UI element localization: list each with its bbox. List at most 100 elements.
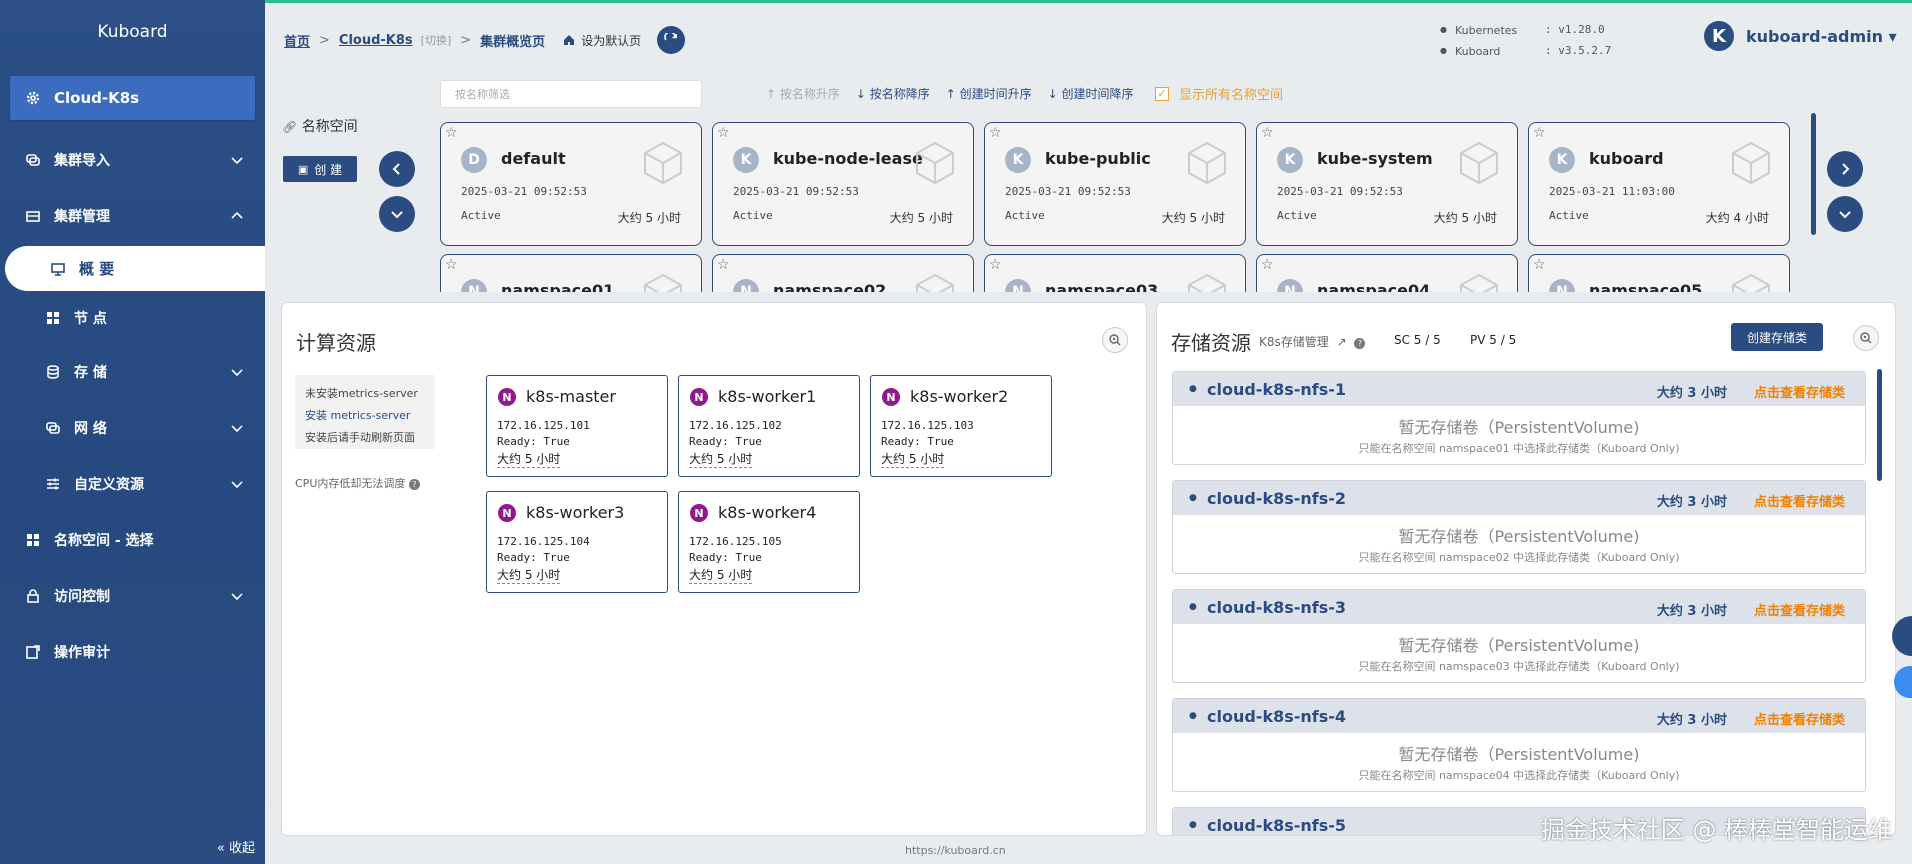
sort-time-asc[interactable]: ↑ 创建时间升序: [946, 85, 1032, 102]
node-card[interactable]: N k8s-master 172.16.125.101 Ready: True …: [486, 375, 668, 477]
namespace-card[interactable]: ☆ N namspace01: [440, 254, 702, 292]
node-ready: Ready: True: [497, 551, 570, 564]
user-name: kuboard-admin ▾: [1746, 26, 1897, 46]
star-icon[interactable]: ☆: [717, 257, 730, 273]
node-age: 大约 5 小时: [689, 452, 753, 468]
namespace-card[interactable]: ☆ N namspace05: [1528, 254, 1790, 292]
sidebar-item-label: 集群导入: [54, 153, 110, 169]
star-icon[interactable]: ☆: [989, 125, 1002, 141]
star-icon[interactable]: ☆: [989, 257, 1002, 273]
namespace-card[interactable]: ☆ D default 2025-03-21 09:52:53 Active 大…: [440, 122, 702, 246]
star-icon[interactable]: ☆: [445, 125, 458, 141]
create-storage-class-button[interactable]: 创建存储类: [1731, 323, 1823, 351]
chevron-down-icon: [231, 593, 243, 601]
sidebar-item-overview[interactable]: 概 要: [5, 246, 265, 291]
star-icon[interactable]: ☆: [1261, 125, 1274, 141]
help-icon[interactable]: ?: [1354, 338, 1366, 349]
node-ip: 172.16.125.104: [497, 535, 590, 548]
node-card[interactable]: N k8s-worker2 172.16.125.103 Ready: True…: [870, 375, 1052, 477]
namespace-expand-button-right[interactable]: [1827, 196, 1863, 232]
namespace-expand-button[interactable]: [379, 196, 415, 232]
set-default-page-link[interactable]: 设为默认页: [563, 32, 641, 49]
collapse-sidebar-button[interactable]: « 收起: [217, 837, 255, 856]
namespace-card[interactable]: ☆ K kube-node-lease 2025-03-21 09:52:53 …: [712, 122, 974, 246]
sort-name-desc[interactable]: ↓ 按名称降序: [856, 85, 930, 102]
breadcrumb-cluster[interactable]: Cloud-K8s: [339, 33, 413, 48]
storage-class-header: cloud-k8s-nfs-2 大约 3 小时 点击查看存储类: [1173, 481, 1865, 515]
install-metrics-link[interactable]: 安装 metrics-server: [305, 405, 425, 427]
show-all-namespaces-checkbox[interactable]: ✓ 显示所有名称空间: [1155, 84, 1283, 103]
app-logo[interactable]: Kuboard: [0, 22, 265, 42]
star-icon[interactable]: ☆: [1533, 125, 1546, 141]
zoom-button[interactable]: [1102, 327, 1128, 353]
sidebar-item-custom-resources[interactable]: 自定义资源: [0, 464, 265, 504]
namespace-card[interactable]: ☆ N namspace04: [1256, 254, 1518, 292]
view-storage-class-link[interactable]: 点击查看存储类: [1754, 600, 1845, 619]
cube-icon: [644, 273, 682, 292]
namespace-prev-button[interactable]: [379, 151, 415, 187]
node-card[interactable]: N k8s-worker1 172.16.125.102 Ready: True…: [678, 375, 860, 477]
k8s-storage-link[interactable]: K8s存储管理 ↗ ?: [1259, 333, 1366, 350]
sort-name-asc[interactable]: ↑ 按名称升序: [766, 85, 840, 102]
star-icon[interactable]: ☆: [445, 257, 458, 273]
refresh-button[interactable]: [657, 26, 686, 54]
namespace-section-title: 🔗︎ 名称空间: [282, 116, 358, 136]
sort-time-desc[interactable]: ↓ 创建时间降序: [1048, 85, 1134, 102]
namespace-filter-input[interactable]: 按名称筛选: [440, 80, 702, 108]
namespace-status: Active: [1549, 209, 1589, 222]
star-icon[interactable]: ☆: [1261, 257, 1274, 273]
namespace-badge: N: [733, 279, 759, 292]
node-age: 大约 5 小时: [497, 452, 561, 468]
sidebar-item-network[interactable]: 网 络: [0, 408, 265, 448]
help-icon[interactable]: ?: [408, 479, 420, 490]
node-card[interactable]: N k8s-worker4 172.16.125.105 Ready: True…: [678, 491, 860, 593]
node-card[interactable]: N k8s-worker3 172.16.125.104 Ready: True…: [486, 491, 668, 593]
sidebar-cluster[interactable]: Cloud-K8s: [10, 76, 255, 120]
namespace-name: namspace04: [1317, 281, 1431, 292]
side-panel-toggle[interactable]: [1894, 666, 1912, 698]
sidebar-item-access-control[interactable]: 访问控制: [0, 576, 265, 616]
namespace-next-button[interactable]: [1827, 151, 1863, 187]
switch-cluster-link[interactable]: [切换]: [421, 32, 452, 48]
sidebar-item-cluster-manage[interactable]: 集群管理: [0, 196, 265, 236]
view-storage-class-link[interactable]: 点击查看存储类: [1754, 491, 1845, 510]
version-name: Kubernetes: [1440, 20, 1545, 41]
sidebar-item-namespace-select[interactable]: 名称空间 - 选择: [0, 520, 265, 560]
storage-class-name[interactable]: cloud-k8s-nfs-2: [1189, 489, 1346, 508]
namespace-badge: N: [1549, 279, 1575, 292]
storage-class-name[interactable]: cloud-k8s-nfs-4: [1189, 707, 1346, 726]
no-volume-text: 暂无存储卷（PersistentVolume): [1398, 418, 1640, 437]
namespace-age: 大约 5 小时: [617, 211, 681, 225]
star-icon[interactable]: ☆: [1533, 257, 1546, 273]
namespace-card[interactable]: ☆ K kube-system 2025-03-21 09:52:53 Acti…: [1256, 122, 1518, 246]
namespace-sort-options: ↑ 按名称升序 ↓ 按名称降序 ↑ 创建时间升序 ↓ 创建时间降序: [766, 85, 1150, 102]
namespace-badge: N: [1005, 279, 1031, 292]
namespace-card[interactable]: ☆ N namspace03: [984, 254, 1246, 292]
star-icon[interactable]: ☆: [717, 125, 730, 141]
footer-url[interactable]: https://kuboard.cn: [905, 844, 1006, 857]
namespace-scrollbar[interactable]: [1811, 113, 1816, 235]
storage-scrollbar[interactable]: [1877, 369, 1882, 481]
view-storage-class-link[interactable]: 点击查看存储类: [1754, 382, 1845, 401]
namespace-card[interactable]: ☆ K kuboard 2025-03-21 11:03:00 Active 大…: [1528, 122, 1790, 246]
sidebar-item-nodes[interactable]: 节 点: [0, 298, 265, 338]
namespace-card[interactable]: ☆ N namspace02: [712, 254, 974, 292]
sidebar-item-cluster-import[interactable]: 集群导入: [0, 140, 265, 180]
metrics-line: 未安装metrics-server: [305, 387, 418, 400]
zoom-button[interactable]: [1853, 325, 1879, 351]
cube-icon: [1188, 141, 1226, 185]
storage-class-name[interactable]: cloud-k8s-nfs-1: [1189, 380, 1346, 399]
view-storage-class-link[interactable]: 点击查看存储类: [1754, 709, 1845, 728]
user-menu[interactable]: K kuboard-admin ▾: [1704, 21, 1897, 51]
audit-icon: [24, 643, 42, 661]
namespace-grid: ☆ D default 2025-03-21 09:52:53 Active 大…: [440, 120, 1792, 292]
storage-class-name[interactable]: cloud-k8s-nfs-5: [1189, 816, 1346, 835]
breadcrumb-home[interactable]: 首页: [284, 31, 310, 50]
storage-class-name[interactable]: cloud-k8s-nfs-3: [1189, 598, 1346, 617]
sidebar-item-storage[interactable]: 存 储: [0, 352, 265, 392]
refresh-icon: [664, 33, 678, 41]
create-namespace-button[interactable]: ▣ 创 建: [283, 156, 357, 182]
network-icon: [44, 419, 62, 437]
namespace-card[interactable]: ☆ K kube-public 2025-03-21 09:52:53 Acti…: [984, 122, 1246, 246]
sidebar-item-audit[interactable]: 操作审计: [0, 632, 265, 672]
